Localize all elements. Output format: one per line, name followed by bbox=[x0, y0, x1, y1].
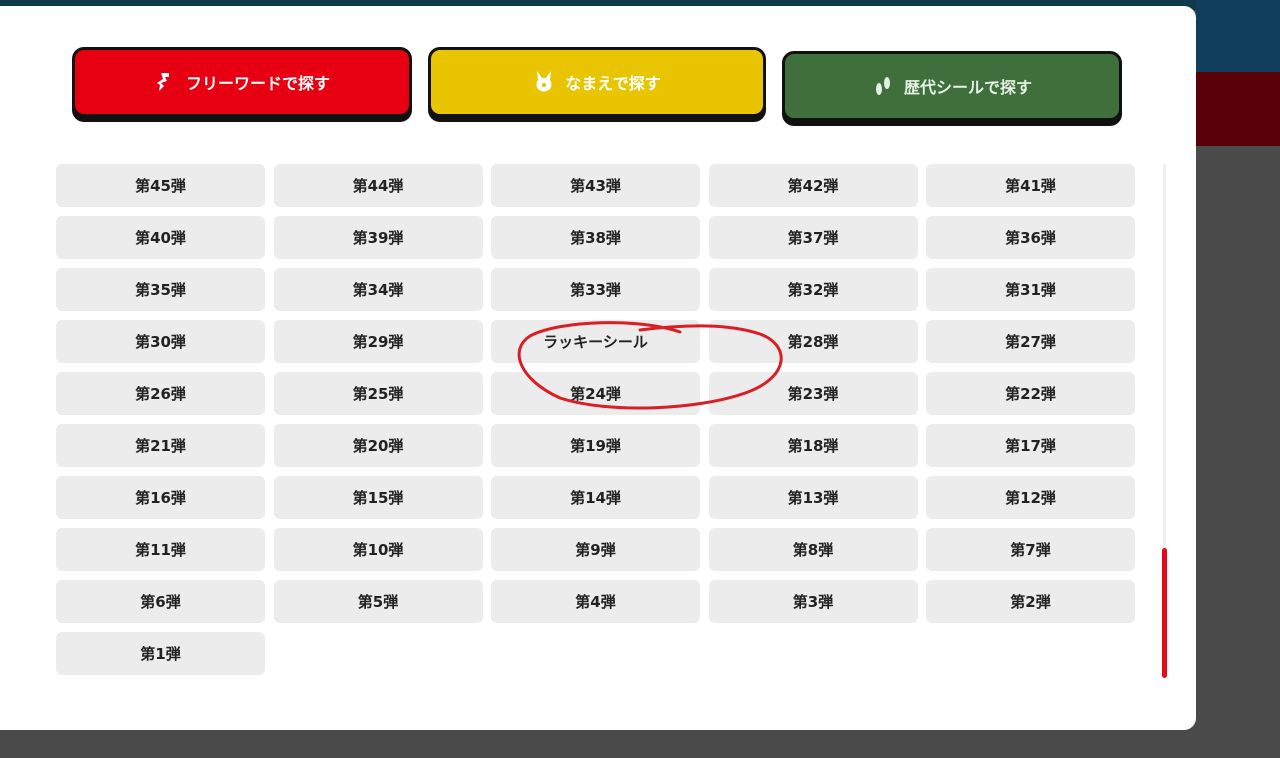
seal-set-button[interactable]: 第19弾 bbox=[491, 424, 700, 467]
seal-set-button[interactable]: 第18弾 bbox=[708, 424, 918, 467]
seal-set-button[interactable]: 第38弾 bbox=[491, 216, 700, 259]
seal-set-button[interactable]: 第32弾 bbox=[708, 268, 918, 311]
seal-set-button[interactable]: 第24弾 bbox=[491, 372, 700, 415]
seal-set-button[interactable]: 第36弾 bbox=[926, 216, 1135, 259]
seal-set-button[interactable]: 第8弾 bbox=[708, 528, 918, 571]
seal-set-button[interactable]: 第21弾 bbox=[56, 424, 265, 467]
seal-set-button[interactable]: 第17弾 bbox=[926, 424, 1135, 467]
history-seal-search-label: 歴代シールで探す bbox=[903, 78, 1032, 97]
seal-set-button[interactable]: 第30弾 bbox=[56, 320, 265, 363]
lucky-seal-button[interactable]: ラッキーシール bbox=[491, 320, 700, 363]
seal-set-button[interactable]: 第2弾 bbox=[926, 580, 1135, 623]
seal-set-button[interactable]: 第3弾 bbox=[708, 580, 918, 623]
background-overlay bbox=[1196, 146, 1280, 758]
seal-set-button[interactable]: 第13弾 bbox=[708, 476, 918, 519]
seal-set-button[interactable]: 第39弾 bbox=[273, 216, 483, 259]
background-red-panel bbox=[1196, 72, 1280, 146]
seal-set-button[interactable]: 第15弾 bbox=[273, 476, 483, 519]
seal-set-button[interactable]: 第40弾 bbox=[56, 216, 265, 259]
seal-set-button[interactable]: 第7弾 bbox=[926, 528, 1135, 571]
seal-set-button[interactable]: 第35弾 bbox=[56, 268, 265, 311]
pointing-hand-icon bbox=[154, 71, 176, 93]
seal-set-button[interactable]: 第9弾 bbox=[491, 528, 700, 571]
seal-set-button[interactable]: 第1弾 bbox=[56, 632, 265, 675]
seal-set-button[interactable]: 第11弾 bbox=[56, 528, 265, 571]
seal-set-button[interactable]: 第10弾 bbox=[273, 528, 483, 571]
seal-set-button[interactable]: 第34弾 bbox=[273, 268, 483, 311]
seal-set-button[interactable]: 第25弾 bbox=[273, 372, 483, 415]
seal-set-button[interactable]: 第42弾 bbox=[708, 164, 918, 207]
seal-set-button[interactable]: 第4弾 bbox=[491, 580, 700, 623]
seal-set-button[interactable]: 第22弾 bbox=[926, 372, 1135, 415]
seal-set-button[interactable]: 第16弾 bbox=[56, 476, 265, 519]
seal-set-button[interactable]: 第23弾 bbox=[708, 372, 918, 415]
seal-set-button[interactable]: 第45弾 bbox=[56, 164, 265, 207]
seal-set-button[interactable]: 第14弾 bbox=[491, 476, 700, 519]
seal-set-button[interactable]: 第31弾 bbox=[926, 268, 1135, 311]
seal-set-button[interactable]: 第6弾 bbox=[56, 580, 265, 623]
seal-set-button[interactable]: 第26弾 bbox=[56, 372, 265, 415]
background-blue-panel bbox=[1196, 0, 1280, 72]
freeword-search-button[interactable]: フリーワードで探す bbox=[72, 47, 412, 117]
seal-set-button[interactable]: 第44弾 bbox=[273, 164, 483, 207]
footprint-icon bbox=[872, 75, 894, 97]
search-tabs: フリーワードで探す なまえで探す 歴代シールで探す bbox=[72, 47, 1124, 131]
seal-set-button[interactable]: 第33弾 bbox=[491, 268, 700, 311]
seal-set-button[interactable]: 第43弾 bbox=[491, 164, 700, 207]
seal-set-button[interactable]: 第5弾 bbox=[273, 580, 483, 623]
seal-set-button[interactable]: 第28弾 bbox=[708, 320, 918, 363]
seal-set-list: 第45弾 第44弾 第43弾 第42弾 第41弾第40弾 第39弾 第38弾 第37弾 第36弾… bbox=[56, 164, 1140, 694]
scrollbar-thumb[interactable] bbox=[1162, 548, 1167, 678]
character-icon bbox=[533, 71, 555, 93]
seal-set-button[interactable]: 第20弾 bbox=[273, 424, 483, 467]
history-seal-search-button[interactable]: 歴代シールで探す bbox=[782, 51, 1122, 121]
freeword-search-label: フリーワードで探す bbox=[185, 74, 330, 93]
seal-set-grid: 第45弾 第44弾 第43弾 第42弾 第41弾第40弾 第39弾 第38弾 第37弾 第36弾… bbox=[56, 164, 1140, 675]
name-search-label: なまえで探す bbox=[565, 74, 661, 93]
name-search-button[interactable]: なまえで探す bbox=[428, 47, 766, 117]
seal-set-button[interactable]: 第29弾 bbox=[273, 320, 483, 363]
seal-set-button[interactable]: 第12弾 bbox=[926, 476, 1135, 519]
seal-set-button[interactable]: 第27弾 bbox=[926, 320, 1135, 363]
seal-set-button[interactable]: 第37弾 bbox=[708, 216, 918, 259]
seal-set-button[interactable]: 第41弾 bbox=[926, 164, 1135, 207]
